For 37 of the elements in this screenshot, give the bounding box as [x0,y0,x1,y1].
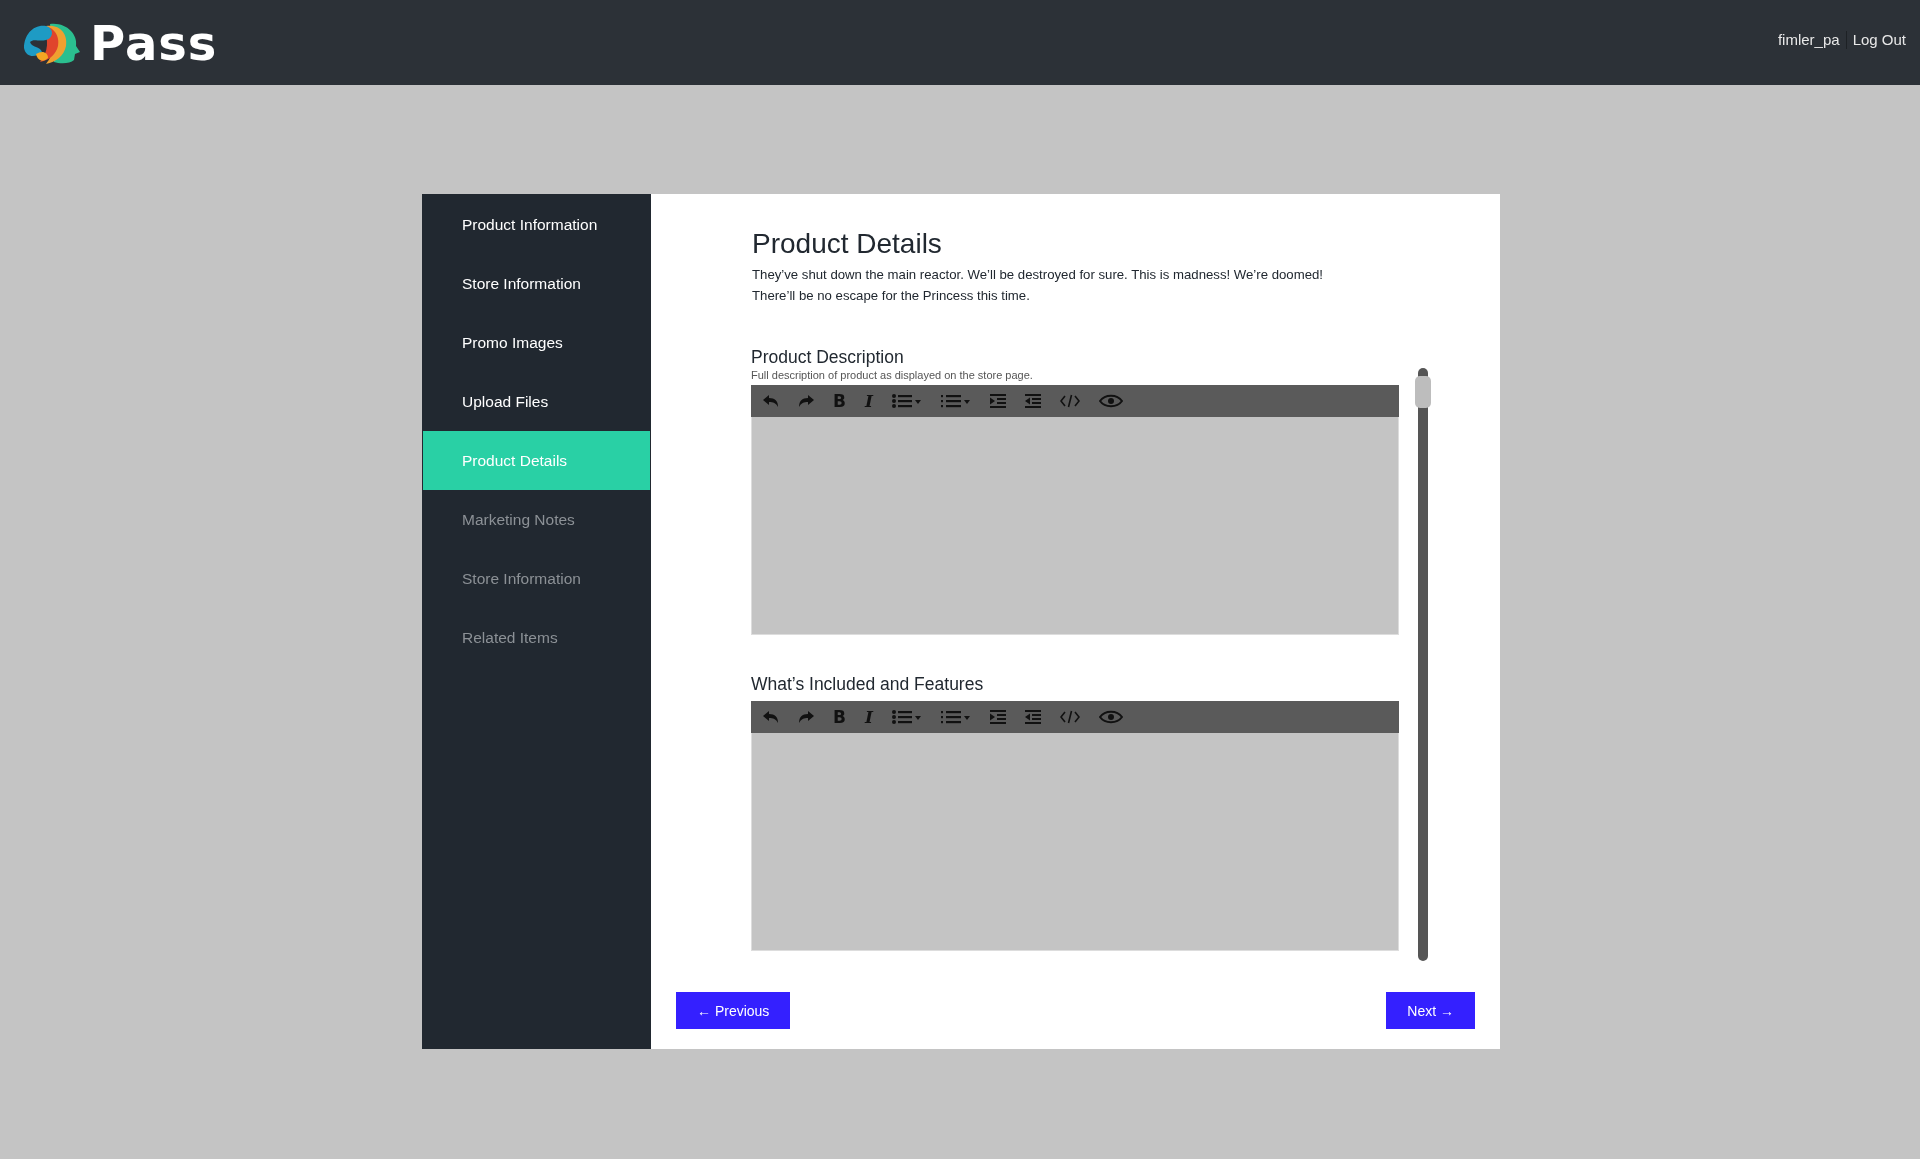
sidebar-item[interactable]: Store Information [423,254,650,313]
scrollbar[interactable] [1418,368,1428,961]
editor-label: Product Description [751,346,905,368]
outdent-icon[interactable] [1024,710,1041,724]
redo-icon[interactable] [798,394,814,408]
indent-icon[interactable] [989,394,1006,408]
outdent-icon[interactable] [1024,394,1041,408]
previous-button[interactable]: ← Previous [676,992,791,1029]
bold-button[interactable]: B [833,710,846,724]
scrollbar-thumb[interactable] [1415,376,1431,408]
editor-hint: Full description of product as displayed on the store page. [751,368,1034,382]
description-text: There’ll be no escape for the Princess this time. [752,287,1031,305]
logo-text: Pass [90,14,218,71]
bold-button[interactable]: B [833,394,846,408]
editor-label: What’s Included and Features [751,673,985,695]
next-button[interactable]: Next → [1386,992,1475,1029]
sidebar-item[interactable]: Promo Images [423,313,650,372]
code-icon[interactable] [1059,394,1080,408]
indent-icon[interactable] [989,710,1006,724]
code-icon[interactable] [1059,710,1080,724]
undo-icon[interactable] [763,710,779,724]
bulleted-list-icon[interactable] [891,394,922,408]
log-out-link[interactable]: Log Out [1852,31,1906,48]
bulleted-list-icon[interactable] [891,710,922,724]
description-text: They’ve shut down the main reactor. We’ll be destroyed for sure. This is madness! We’re doomed! [752,266,1324,284]
italic-button[interactable]: I [864,710,873,724]
eye-icon[interactable] [1098,710,1123,724]
italic-button[interactable]: I [864,394,873,408]
redo-icon[interactable] [798,710,814,724]
page-title: Product Details [752,228,943,260]
numbered-list-icon[interactable] [940,710,971,724]
undo-icon[interactable] [763,394,779,408]
username: fimler_pa [1777,31,1840,48]
sidebar-item[interactable]: Upload Files [423,372,650,431]
numbered-list-icon[interactable] [940,394,971,408]
sidebar-item[interactable]: Product Information [423,195,650,254]
eye-icon[interactable] [1098,394,1123,408]
